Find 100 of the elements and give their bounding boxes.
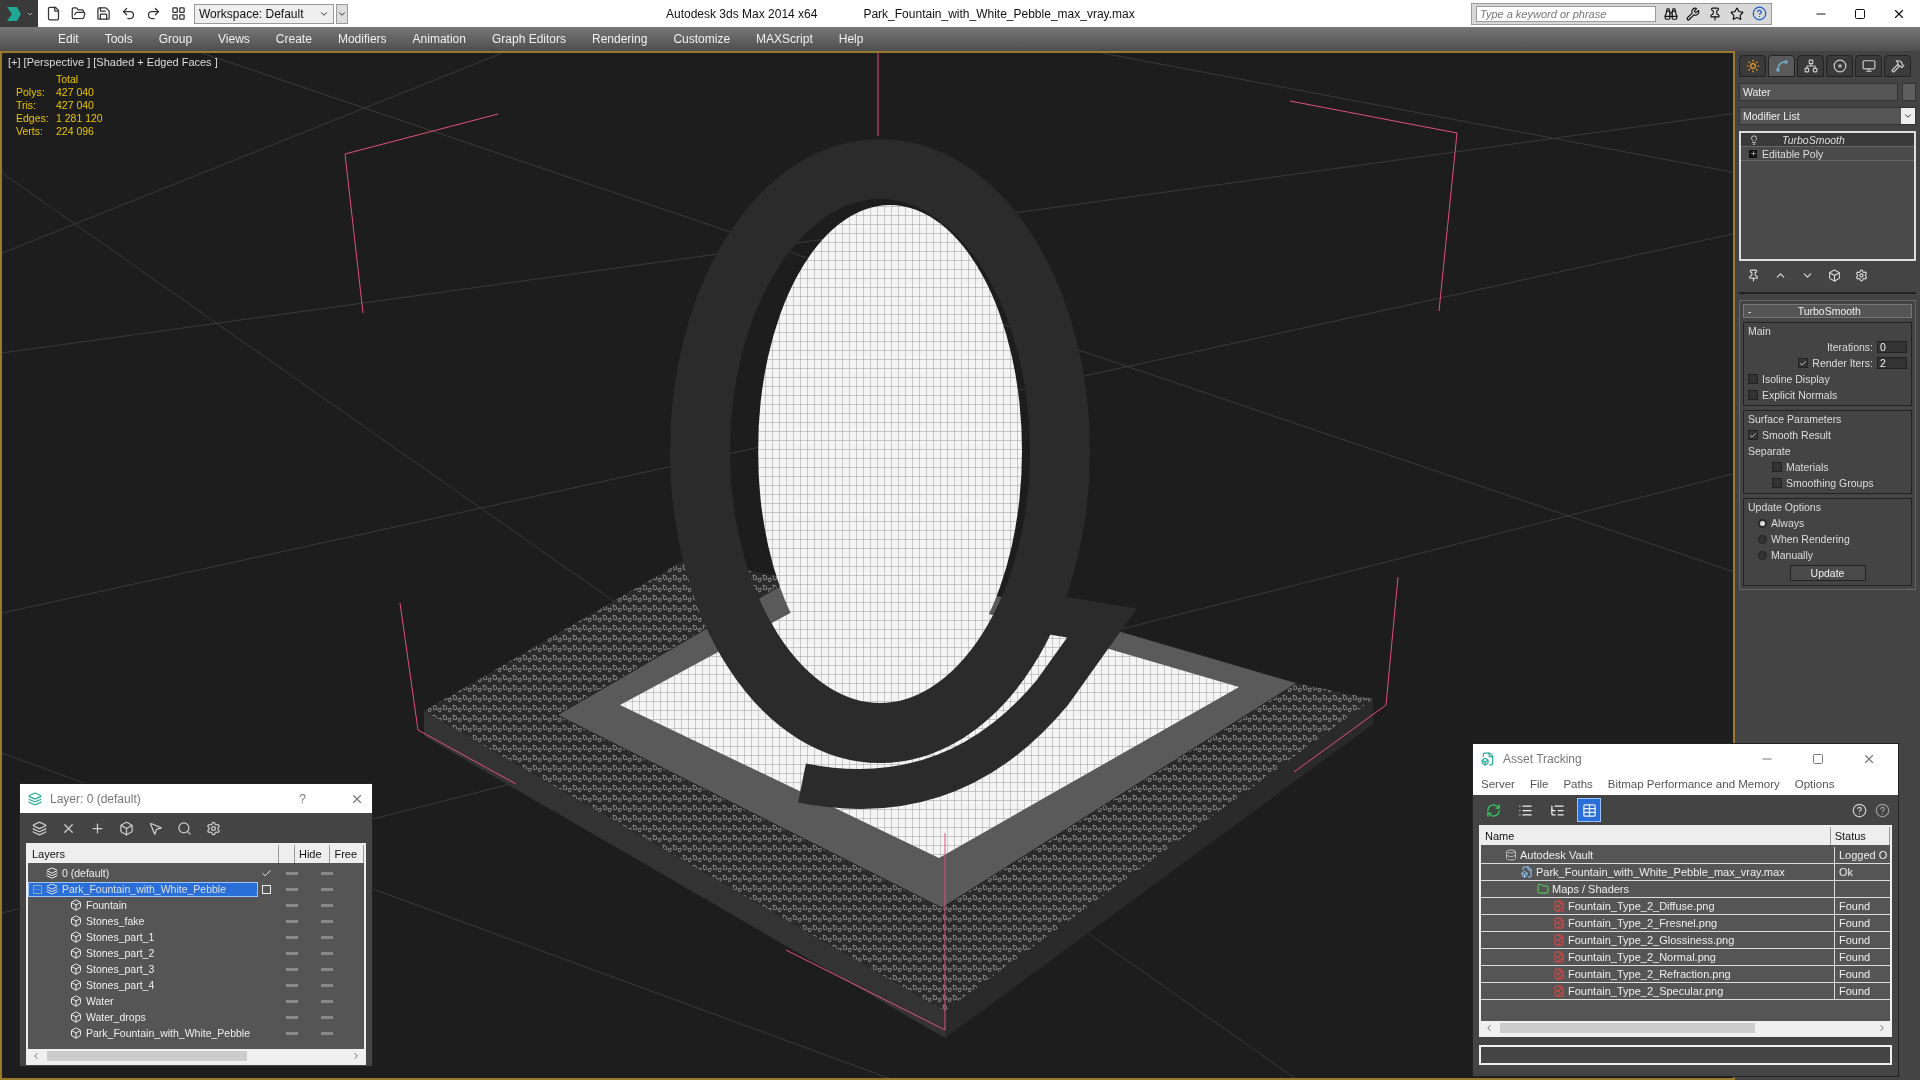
checkbox[interactable] — [1748, 390, 1758, 400]
add-icon[interactable] — [90, 820, 105, 836]
remove-modifier-icon[interactable] — [1828, 269, 1841, 282]
layer-row[interactable]: 0 (default) — [28, 865, 258, 881]
render-iters-spinner[interactable]: 2 — [1877, 357, 1907, 369]
pointer-icon[interactable] — [148, 820, 163, 836]
menu-item[interactable]: Help — [838, 32, 864, 46]
menu-item[interactable]: Edit — [58, 32, 79, 46]
object-row[interactable]: Stones_part_3 — [28, 961, 258, 977]
panel-tab[interactable] — [1855, 55, 1882, 77]
hide-toggle[interactable] — [286, 967, 298, 971]
freeze-toggle[interactable] — [321, 935, 333, 939]
object-row[interactable]: Stones_part_4 — [28, 977, 258, 993]
object-row[interactable]: Water — [28, 993, 258, 1009]
freeze-toggle[interactable] — [321, 903, 333, 907]
help-icon[interactable] — [1875, 802, 1890, 818]
menu-item[interactable]: Options — [1794, 778, 1835, 790]
viewport-label[interactable]: [+] [Perspective ] [Shaded + Edged Faces ] — [8, 56, 218, 68]
workspace-dropdown[interactable]: Workspace: Default — [194, 3, 334, 24]
help-icon[interactable] — [1752, 6, 1767, 21]
freeze-toggle[interactable] — [321, 999, 333, 1003]
checkbox[interactable] — [1748, 374, 1758, 384]
horizontal-scrollbar[interactable] — [28, 1049, 364, 1063]
hide-toggle[interactable] — [286, 983, 298, 987]
object-row[interactable]: Stones_fake — [28, 913, 258, 929]
panel-tab[interactable] — [1768, 55, 1795, 77]
menu-item[interactable]: Paths — [1563, 778, 1593, 790]
search-field[interactable]: Type a keyword or phrase — [1476, 5, 1656, 22]
layer-row[interactable]: Park_Fountain_with_White_Pebble — [28, 881, 258, 897]
menu-item[interactable]: File — [1529, 778, 1549, 790]
wrench-icon[interactable] — [1686, 6, 1700, 21]
object-row[interactable]: Stones_part_1 — [28, 929, 258, 945]
radio-button[interactable] — [1758, 534, 1767, 544]
menu-item[interactable]: MAXScript — [756, 32, 813, 46]
scroll-left-icon[interactable] — [1484, 1023, 1494, 1033]
panel-tab[interactable] — [1826, 55, 1853, 77]
binoculars-icon[interactable] — [1664, 6, 1678, 21]
radio-button[interactable] — [1758, 550, 1767, 560]
menu-item[interactable]: Modifiers — [337, 32, 387, 46]
undo-icon[interactable] — [121, 6, 136, 21]
object-row[interactable]: Fountain — [28, 897, 258, 913]
hide-toggle[interactable] — [286, 951, 298, 955]
freeze-toggle[interactable] — [321, 919, 333, 923]
object-row[interactable]: Park_Fountain_with_White_Pebble — [28, 1025, 258, 1041]
help-button[interactable]: ? — [299, 791, 306, 806]
open-folder-icon[interactable] — [71, 6, 86, 21]
scroll-right-icon[interactable] — [351, 1051, 361, 1061]
freeze-toggle[interactable] — [321, 967, 333, 971]
menu-item[interactable]: Animation — [412, 32, 466, 46]
menu-item[interactable]: Tools — [104, 32, 133, 46]
iterations-spinner[interactable]: 0 — [1877, 341, 1907, 353]
rollout-header[interactable]: - TurboSmooth — [1743, 304, 1912, 318]
checkbox[interactable] — [1772, 462, 1782, 472]
scroll-left-icon[interactable] — [31, 1051, 41, 1061]
save-icon[interactable] — [96, 6, 111, 21]
column-header[interactable]: Name — [1481, 827, 1831, 845]
freeze-toggle[interactable] — [321, 951, 333, 955]
object-name-field[interactable]: Water — [1739, 83, 1898, 101]
new-layer-icon[interactable] — [32, 820, 47, 836]
hide-toggle[interactable] — [286, 903, 298, 907]
freeze-toggle[interactable] — [321, 983, 333, 987]
checkbox[interactable] — [1772, 478, 1782, 488]
star-icon[interactable] — [1730, 6, 1744, 21]
freeze-toggle[interactable] — [321, 1015, 333, 1019]
configure-icon[interactable] — [1855, 269, 1868, 282]
freeze-toggle[interactable] — [321, 887, 333, 891]
menu-item[interactable]: Graph Editors — [491, 32, 566, 46]
freeze-toggle[interactable] — [321, 1031, 333, 1035]
update-button[interactable]: Update — [1789, 565, 1866, 581]
toolbar-button[interactable] — [1577, 798, 1601, 822]
hide-toggle[interactable] — [286, 1015, 298, 1019]
modifier-list-dropdown[interactable]: Modifier List — [1739, 107, 1916, 125]
column-header[interactable]: Status — [1830, 827, 1890, 845]
panel-tab[interactable] — [1739, 55, 1766, 77]
menu-item[interactable]: Views — [218, 32, 250, 46]
radio-button[interactable] — [1758, 518, 1767, 528]
maximize-icon[interactable] — [1854, 7, 1866, 20]
menu-item[interactable]: Create — [275, 32, 312, 46]
menu-item[interactable]: Rendering — [592, 32, 648, 46]
hide-toggle[interactable] — [286, 919, 298, 923]
object-row[interactable]: Stones_part_2 — [28, 945, 258, 961]
object-color-swatch[interactable] — [1902, 83, 1916, 101]
menu-item[interactable]: Server — [1481, 778, 1515, 790]
project-icon[interactable] — [171, 6, 186, 21]
freeze-toggle[interactable] — [321, 871, 333, 875]
panel-tab[interactable] — [1884, 55, 1911, 77]
render-iters-checkbox[interactable] — [1798, 358, 1809, 368]
redo-icon[interactable] — [146, 6, 161, 21]
stack-item[interactable]: TurboSmooth — [1741, 133, 1914, 147]
menu-item[interactable]: Group — [158, 32, 193, 46]
hide-toggle[interactable] — [286, 935, 298, 939]
horizontal-scrollbar[interactable] — [1481, 1021, 1890, 1035]
panel-tab[interactable] — [1797, 55, 1824, 77]
pin-icon[interactable] — [1708, 6, 1722, 21]
new-file-icon[interactable] — [46, 6, 61, 21]
expand-icon[interactable] — [1749, 149, 1757, 158]
object-row[interactable]: Water_drops — [28, 1009, 258, 1025]
pin-icon[interactable] — [1747, 269, 1760, 282]
column-header[interactable]: Free — [330, 845, 364, 863]
hide-toggle[interactable] — [286, 887, 298, 891]
